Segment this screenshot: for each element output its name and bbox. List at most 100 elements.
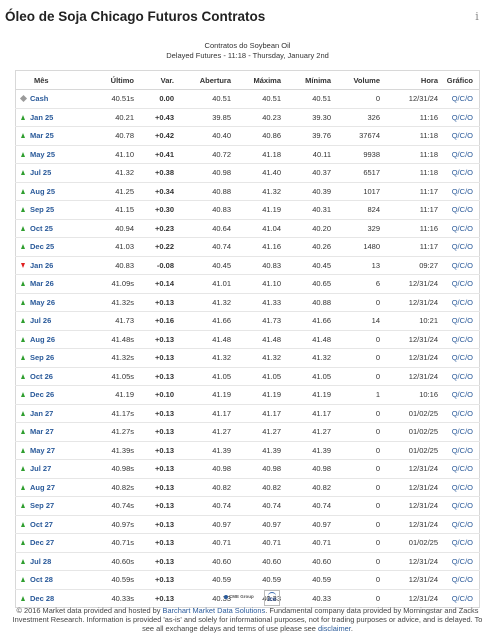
arrow-up-icon — [21, 225, 25, 231]
low-cell: 41.19 — [281, 385, 331, 405]
options-link[interactable]: O — [467, 372, 473, 381]
info-icon[interactable]: i — [471, 11, 483, 23]
contract-link[interactable]: Dec 27 — [30, 538, 54, 547]
month-cell: May 26 — [30, 293, 86, 312]
contract-link[interactable]: Oct 25 — [30, 224, 53, 233]
volume-cell: 13 — [331, 256, 380, 275]
month-cell: Jan 27 — [30, 404, 86, 423]
options-link[interactable]: O — [467, 316, 473, 325]
options-link[interactable]: O — [467, 409, 473, 418]
options-link[interactable]: O — [467, 168, 473, 177]
options-link[interactable]: O — [467, 353, 473, 362]
options-link[interactable]: O — [467, 464, 473, 473]
header-time[interactable]: Hora — [380, 70, 438, 90]
contract-link[interactable]: Sep 26 — [30, 353, 54, 362]
contract-link[interactable]: Dec 26 — [30, 390, 54, 399]
contract-link[interactable]: Jan 25 — [30, 113, 53, 122]
options-link[interactable]: O — [467, 483, 473, 492]
options-link[interactable]: O — [467, 335, 473, 344]
contract-link[interactable]: May 25 — [30, 150, 55, 159]
contract-link[interactable]: Jul 26 — [30, 316, 51, 325]
contract-link[interactable]: Jul 25 — [30, 168, 51, 177]
volume-cell: 824 — [331, 200, 380, 220]
last-cell: 41.10 — [86, 145, 134, 164]
trend-cell — [15, 163, 30, 183]
contract-link[interactable]: Aug 26 — [30, 335, 55, 344]
month-cell: Sep 26 — [30, 348, 86, 368]
table-row: Cash 40.51s 0.00 40.51 40.51 40.51 0 12/31/24 Q/… — [15, 89, 480, 109]
contract-link[interactable]: Mar 27 — [30, 427, 54, 436]
options-link[interactable]: O — [467, 557, 473, 566]
month-cell: Aug 26 — [30, 330, 86, 349]
contract-link[interactable]: Oct 27 — [30, 520, 53, 529]
options-link[interactable]: O — [467, 131, 473, 140]
header-low[interactable]: Mínima — [281, 70, 331, 90]
chart-links-cell: Q/C/O — [438, 145, 480, 164]
options-link[interactable]: O — [467, 427, 473, 436]
disclaimer-link[interactable]: disclaimer — [318, 624, 351, 633]
contract-link[interactable]: Jan 27 — [30, 409, 53, 418]
arrow-up-icon — [21, 299, 25, 305]
contract-link[interactable]: Sep 25 — [30, 205, 54, 214]
chart-links-cell: Q/C/O — [438, 219, 480, 238]
last-cell: 41.73 — [86, 311, 134, 331]
options-link[interactable]: O — [467, 575, 473, 584]
header-month[interactable]: Mês — [30, 70, 86, 90]
month-cell: May 25 — [30, 145, 86, 164]
options-link[interactable]: O — [467, 150, 473, 159]
header-volume[interactable]: Volume — [331, 70, 380, 90]
contract-link[interactable]: Jan 26 — [30, 261, 53, 270]
barchart-link[interactable]: Barchart Market Data Solutions — [163, 606, 266, 615]
trend-cell — [15, 441, 30, 460]
month-cell: Jul 26 — [30, 311, 86, 331]
options-link[interactable]: O — [467, 187, 473, 196]
time-cell: 01/02/25 — [380, 404, 438, 423]
chart-links-cell: Q/C/O — [438, 348, 480, 368]
options-link[interactable]: O — [467, 242, 473, 251]
low-cell: 41.66 — [281, 311, 331, 331]
contract-link[interactable]: Aug 25 — [30, 187, 55, 196]
volume-cell: 0 — [331, 330, 380, 349]
open-cell: 40.83 — [174, 200, 231, 220]
contract-link[interactable]: Aug 27 — [30, 483, 55, 492]
time-cell: 11:17 — [380, 182, 438, 201]
contract-link[interactable]: May 26 — [30, 298, 55, 307]
contract-link[interactable]: Oct 26 — [30, 372, 53, 381]
contract-link[interactable]: May 27 — [30, 446, 55, 455]
month-cell: May 27 — [30, 441, 86, 460]
contract-link[interactable]: Jul 27 — [30, 464, 51, 473]
time-cell: 11:17 — [380, 237, 438, 257]
options-link[interactable]: O — [467, 446, 473, 455]
change-cell: +0.13 — [134, 367, 174, 386]
header-high[interactable]: Máxima — [231, 70, 281, 90]
contract-link[interactable]: Jul 28 — [30, 557, 51, 566]
options-link[interactable]: O — [467, 94, 473, 103]
contract-link[interactable]: Sep 27 — [30, 501, 54, 510]
open-cell: 40.72 — [174, 145, 231, 164]
options-link[interactable]: O — [467, 224, 473, 233]
options-link[interactable]: O — [467, 520, 473, 529]
options-link[interactable]: O — [467, 205, 473, 214]
options-link[interactable]: O — [467, 538, 473, 547]
table-row: Sep 26 41.32s +0.13 41.32 41.32 41.32 0 12/31/2… — [15, 348, 480, 368]
options-link[interactable]: O — [467, 298, 473, 307]
header-open[interactable]: Abertura — [174, 70, 231, 90]
contract-link[interactable]: Cash — [30, 94, 48, 103]
contract-link[interactable]: Dec 25 — [30, 242, 54, 251]
arrow-up-icon — [21, 521, 25, 527]
options-link[interactable]: O — [467, 279, 473, 288]
contract-link[interactable]: Oct 28 — [30, 575, 53, 584]
month-cell: Mar 26 — [30, 274, 86, 294]
options-link[interactable]: O — [467, 390, 473, 399]
contract-link[interactable]: Mar 25 — [30, 131, 54, 140]
low-cell: 40.65 — [281, 274, 331, 294]
change-cell: +0.13 — [134, 570, 174, 590]
header-last[interactable]: Último — [86, 70, 134, 90]
arrow-up-icon — [21, 133, 25, 139]
options-link[interactable]: O — [467, 501, 473, 510]
trend-cell — [15, 533, 30, 553]
contract-link[interactable]: Mar 26 — [30, 279, 54, 288]
options-link[interactable]: O — [467, 113, 473, 122]
options-link[interactable]: O — [467, 261, 473, 270]
header-change[interactable]: Var. — [134, 70, 174, 90]
